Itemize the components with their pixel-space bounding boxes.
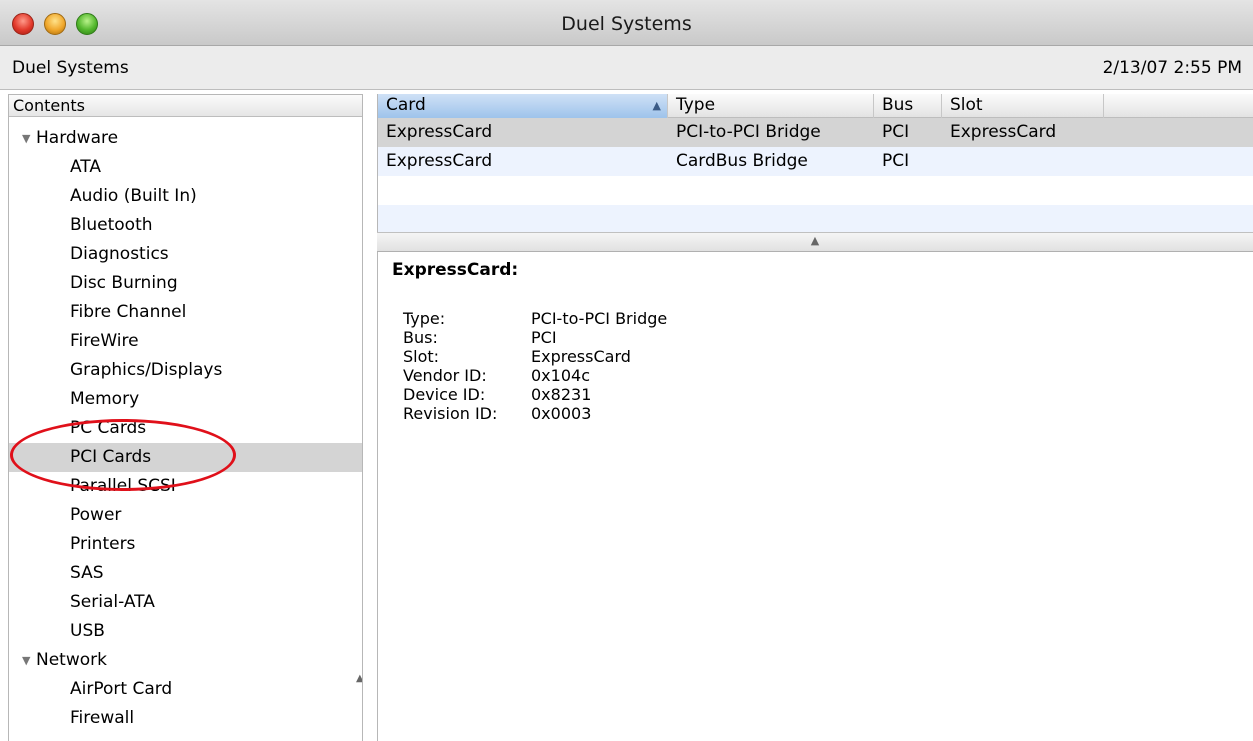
info-bar: Duel Systems 2/13/07 2:55 PM	[0, 46, 1253, 90]
splitter-handle-icon: ▲	[810, 234, 820, 247]
sidebar-item-serial-ata[interactable]: Serial-ATA	[9, 588, 362, 617]
table-row	[378, 205, 1253, 234]
sidebar-item-firewire[interactable]: FireWire	[9, 327, 362, 356]
sidebar-item-ata[interactable]: ATA	[9, 153, 362, 182]
contents-sidebar: Contents ▼ Hardware ATA Audio (Built In) Blu…	[8, 94, 363, 741]
column-header-bus[interactable]: Bus	[874, 94, 942, 118]
table-cell-card: ExpressCard	[386, 151, 493, 171]
sidebar-item-usb[interactable]: USB	[9, 617, 362, 646]
property-row: Revision ID: 0x0003	[403, 404, 667, 423]
sidebar-item-printers[interactable]: Printers	[9, 530, 362, 559]
property-row: Type: PCI-to-PCI Bridge	[403, 309, 667, 328]
property-key: Bus:	[403, 328, 438, 347]
window-title: Duel Systems	[561, 13, 692, 35]
sidebar-item-pci-cards[interactable]: PCI Cards	[9, 443, 362, 472]
detail-title: ExpressCard:	[392, 260, 519, 280]
property-row: Slot: ExpressCard	[403, 347, 667, 366]
property-key: Vendor ID:	[403, 366, 487, 385]
computer-name: Duel Systems	[12, 58, 129, 78]
column-header-label: Card	[386, 95, 426, 115]
sidebar-item-airport-card[interactable]: AirPort Card	[9, 675, 362, 704]
sidebar-group-label: Network	[36, 650, 107, 670]
system-profiler-window: Duel Systems Duel Systems 2/13/07 2:55 P…	[0, 0, 1253, 741]
property-value: 0x8231	[531, 385, 592, 404]
pane-splitter[interactable]: ▲	[377, 232, 1253, 252]
sidebar-group-label: Hardware	[36, 128, 119, 148]
sidebar-item-audio-built-in[interactable]: Audio (Built In)	[9, 182, 362, 211]
property-row: Bus: PCI	[403, 328, 667, 347]
table-cell-bus: PCI	[882, 151, 910, 171]
sidebar-item-graphics-displays[interactable]: Graphics/Displays	[9, 356, 362, 385]
table-cell-bus: PCI	[882, 122, 910, 142]
property-value: PCI	[531, 328, 557, 347]
table-row[interactable]: ExpressCard PCI-to-PCI Bridge PCI ExpressCa…	[378, 118, 1253, 147]
property-value: ExpressCard	[531, 347, 631, 366]
scroll-up-arrow-icon[interactable]: ▲	[356, 673, 362, 684]
table-cell-type: PCI-to-PCI Bridge	[676, 122, 821, 142]
property-row: Vendor ID: 0x104c	[403, 366, 667, 385]
property-row: Device ID: 0x8231	[403, 385, 667, 404]
table-row	[378, 176, 1253, 205]
disclosure-triangle-icon[interactable]: ▼	[22, 646, 36, 675]
table-row[interactable]: ExpressCard CardBus Bridge PCI	[378, 147, 1253, 176]
table-header: Card ▲ Type Bus Slot	[378, 94, 1253, 118]
disclosure-triangle-icon[interactable]: ▼	[22, 124, 36, 153]
property-key: Device ID:	[403, 385, 486, 404]
cards-table: Card ▲ Type Bus Slot ExpressCard PCI-to-P…	[377, 94, 1253, 240]
detail-pane: ExpressCard: Type: PCI-to-PCI Bridge Bus: P…	[377, 252, 1253, 741]
sidebar-item-power[interactable]: Power	[9, 501, 362, 530]
sidebar-item-firewall[interactable]: Firewall	[9, 704, 362, 733]
column-header-type[interactable]: Type	[668, 94, 874, 118]
report-timestamp: 2/13/07 2:55 PM	[1102, 58, 1242, 78]
column-header-card[interactable]: Card ▲	[378, 94, 668, 118]
column-header-slot[interactable]: Slot	[942, 94, 1104, 118]
property-value: 0x104c	[531, 366, 590, 385]
sidebar-item-parallel-scsi[interactable]: Parallel SCSI	[9, 472, 362, 501]
table-cell-card: ExpressCard	[386, 122, 493, 142]
sidebar-item-pc-cards[interactable]: PC Cards	[9, 414, 362, 443]
sidebar-group-hardware[interactable]: ▼ Hardware	[9, 124, 362, 153]
property-key: Revision ID:	[403, 404, 498, 423]
sidebar-group-network[interactable]: ▼ Network	[9, 646, 362, 675]
sidebar-item-disc-burning[interactable]: Disc Burning	[9, 269, 362, 298]
property-key: Slot:	[403, 347, 440, 366]
sidebar-item-memory[interactable]: Memory	[9, 385, 362, 414]
contents-header[interactable]: Contents	[9, 95, 362, 117]
title-bar[interactable]: Duel Systems	[0, 0, 1253, 46]
sidebar-item-bluetooth[interactable]: Bluetooth	[9, 211, 362, 240]
property-value: 0x0003	[531, 404, 592, 423]
sidebar-item-sas[interactable]: SAS	[9, 559, 362, 588]
table-cell-slot: ExpressCard	[950, 122, 1057, 142]
detail-properties: Type: PCI-to-PCI Bridge Bus: PCI Slot: Expres…	[403, 309, 667, 423]
property-value: PCI-to-PCI Bridge	[531, 309, 668, 328]
property-key: Type:	[403, 309, 446, 328]
contents-tree: ▼ Hardware ATA Audio (Built In) Bluetooth Dia…	[9, 124, 362, 733]
sidebar-item-fibre-channel[interactable]: Fibre Channel	[9, 298, 362, 327]
table-cell-type: CardBus Bridge	[676, 151, 808, 171]
sidebar-item-diagnostics[interactable]: Diagnostics	[9, 240, 362, 269]
sort-ascending-icon: ▲	[652, 99, 661, 112]
